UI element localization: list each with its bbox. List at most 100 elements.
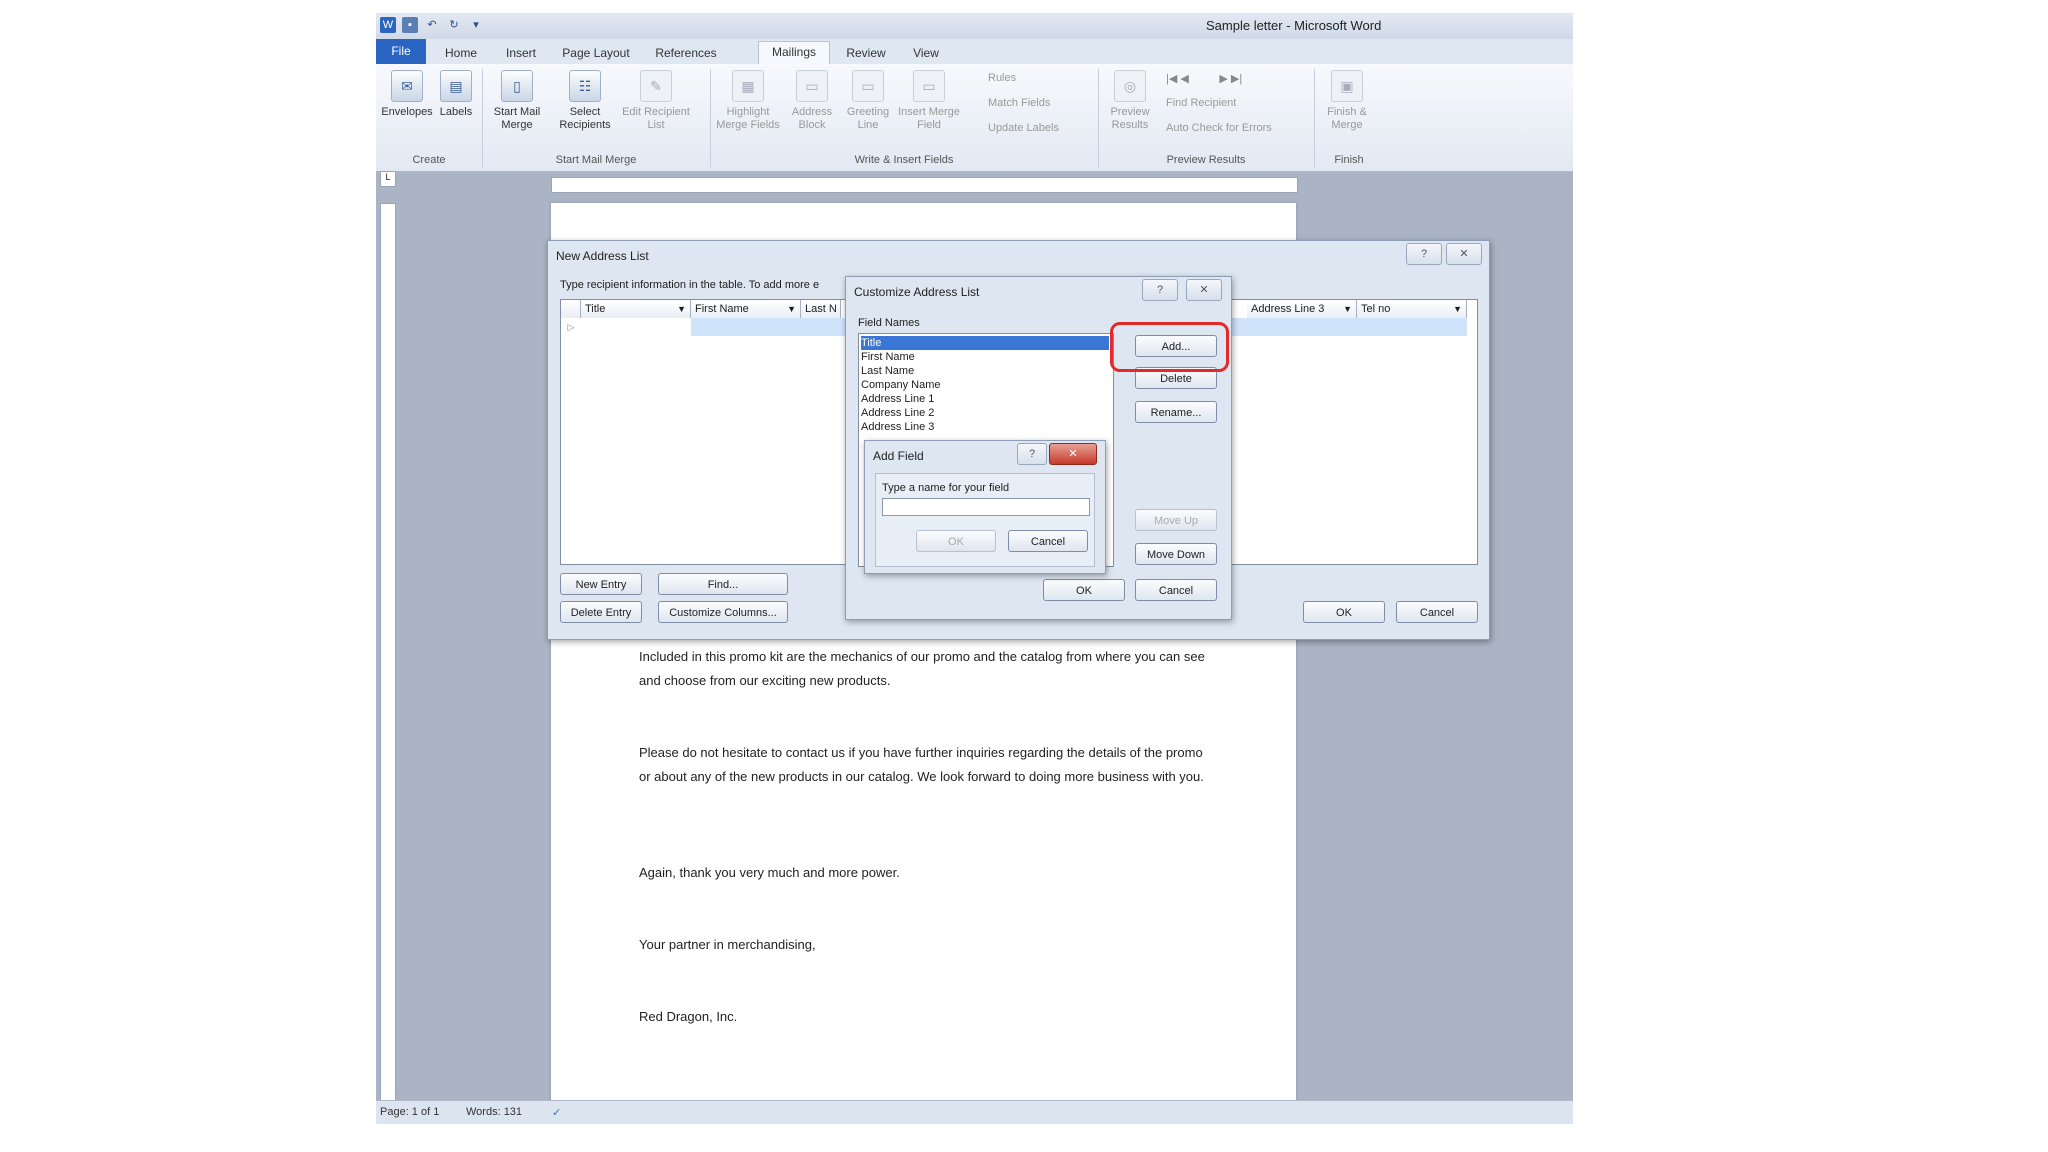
field-name-prompt: Type a name for your field [882,482,1010,494]
page-count[interactable]: Page: 1 of 1 [380,1106,439,1118]
preview-results-button[interactable]: ◎ Preview Results [1102,70,1158,132]
vertical-ruler[interactable] [380,203,396,1105]
row-indicator-icon: ▷ [567,322,575,332]
finish-icon: ▣ [1331,70,1363,102]
start-mail-merge-button[interactable]: ▯ Start Mail Merge [488,70,546,132]
horizontal-ruler[interactable] [551,177,1298,193]
redo-icon[interactable]: ↻ [446,17,462,33]
group-label-preview: Preview Results [1166,154,1246,166]
dropdown-arrow-icon: ▼ [787,304,796,314]
auto-check-errors-button[interactable]: Auto Check for Errors [1166,122,1272,134]
document-paragraph: Please do not hesitate to contact us if … [639,745,1204,784]
tab-view[interactable]: View [901,43,951,63]
match-fields-button[interactable]: Match Fields [988,97,1050,109]
ok-button[interactable]: OK [916,530,996,552]
column-header-tel-no[interactable]: Tel no ▼ [1357,300,1467,318]
cancel-button[interactable]: Cancel [1135,579,1217,601]
help-icon[interactable]: ? [1017,443,1047,465]
finish-merge-button[interactable]: ▣ Finish & Merge [1316,70,1378,132]
rules-button[interactable]: Rules [988,72,1016,84]
address-block-button[interactable]: ▭ Address Block [786,70,838,132]
save-icon[interactable]: ▪ [402,17,418,33]
tab-references[interactable]: References [646,43,726,63]
group-separator [1098,69,1099,167]
tab-insert[interactable]: Insert [496,43,546,63]
dialog-title: Add Field [873,449,924,463]
column-header-last-name[interactable]: Last N [801,300,841,318]
tab-file[interactable]: File [376,39,426,64]
cancel-button[interactable]: Cancel [1008,530,1088,552]
column-header-address-line-3[interactable]: Address Line 3 ▼ [1247,300,1357,318]
close-icon[interactable]: ✕ [1049,443,1097,465]
instruction-text: Type recipient information in the table.… [560,279,820,291]
row-header [561,300,581,318]
new-entry-button[interactable]: New Entry [560,573,642,595]
dialog-title: New Address List [556,249,649,263]
window-title: Sample letter - Microsoft Word [1206,18,1382,33]
dropdown-arrow-icon: ▼ [677,304,686,314]
column-header-first-name[interactable]: First Name ▼ [691,300,801,318]
envelopes-button[interactable]: ✉ Envelopes [378,70,436,119]
select-recipients-button[interactable]: ☷ Select Recipients [552,70,618,132]
labels-button[interactable]: ▤ Labels [436,70,476,119]
rename-button[interactable]: Rename... [1135,401,1217,423]
add-field-dialog: Add Field ? ✕ Type a name for your field… [864,440,1106,574]
labels-icon: ▤ [440,70,472,102]
preview-icon: ◎ [1114,70,1146,102]
list-item[interactable]: Address Line 2 [861,406,1109,420]
word-count[interactable]: Words: 131 [466,1106,522,1118]
tab-mailings[interactable]: Mailings [758,41,830,65]
move-up-button[interactable]: Move Up [1135,509,1217,531]
edit-list-icon: ✎ [640,70,672,102]
proofing-icon[interactable]: ✓ [552,1106,561,1119]
column-header-title[interactable]: Title ▼ [581,300,691,318]
highlight-annotation [1110,322,1229,372]
move-down-button[interactable]: Move Down [1135,543,1217,565]
close-icon[interactable]: ✕ [1446,243,1482,265]
update-labels-button[interactable]: Update Labels [988,122,1059,134]
close-icon[interactable]: ✕ [1186,279,1222,301]
group-separator [1314,69,1315,167]
undo-icon[interactable]: ↶ [424,17,440,33]
document-paragraph: Included in this promo kit are the mecha… [639,649,1205,688]
merge-field-icon: ▭ [913,70,945,102]
group-label-write-insert: Write & Insert Fields [854,154,954,166]
word-logo-icon: W [380,17,396,33]
field-name-input[interactable] [882,498,1090,516]
tab-page-layout[interactable]: Page Layout [556,43,636,63]
greeting-line-button[interactable]: ▭ Greeting Line [842,70,894,132]
group-separator [710,69,711,167]
ruler-tab-selector[interactable]: L [380,171,396,187]
ok-button[interactable]: OK [1043,579,1125,601]
highlight-icon: ▦ [732,70,764,102]
list-item[interactable]: Company Name [861,378,1109,392]
greeting-icon: ▭ [852,70,884,102]
tab-review[interactable]: Review [836,43,896,63]
ok-button[interactable]: OK [1303,601,1385,623]
customize-columns-button[interactable]: Customize Columns... [658,601,788,623]
ribbon-tabs: File Home Insert Page Layout References … [376,39,1573,65]
help-icon[interactable]: ? [1142,279,1178,301]
add-field-body: Type a name for your field OK Cancel [875,473,1095,567]
edit-recipient-list-button[interactable]: ✎ Edit Recipient List [620,70,692,132]
customize-toolbar-icon[interactable]: ▾ [468,17,484,33]
list-item[interactable]: First Name [861,350,1109,364]
document-icon: ▯ [501,70,533,102]
cancel-button[interactable]: Cancel [1396,601,1478,623]
tab-home[interactable]: Home [436,43,486,63]
find-button[interactable]: Find... [658,573,788,595]
highlight-merge-fields-button[interactable]: ▦ Highlight Merge Fields [714,70,782,132]
delete-entry-button[interactable]: Delete Entry [560,601,642,623]
ribbon: ✉ Envelopes ▤ Labels ▯ Start Mail Merge … [376,64,1573,172]
list-item[interactable]: Address Line 3 [861,420,1109,434]
help-icon[interactable]: ? [1406,243,1442,265]
insert-merge-field-button[interactable]: ▭ Insert Merge Field [898,70,960,132]
record-navigation[interactable]: |◀ ◀ ▶ ▶| [1166,72,1242,85]
document-paragraph: Again, thank you very much and more powe… [639,865,900,880]
dropdown-arrow-icon: ▼ [1343,304,1352,314]
list-item[interactable]: Title [861,336,1109,350]
find-recipient-button[interactable]: Find Recipient [1166,97,1236,109]
list-item[interactable]: Last Name [861,364,1109,378]
list-item[interactable]: Address Line 1 [861,392,1109,406]
document-paragraph: Your partner in merchandising, [639,937,816,952]
